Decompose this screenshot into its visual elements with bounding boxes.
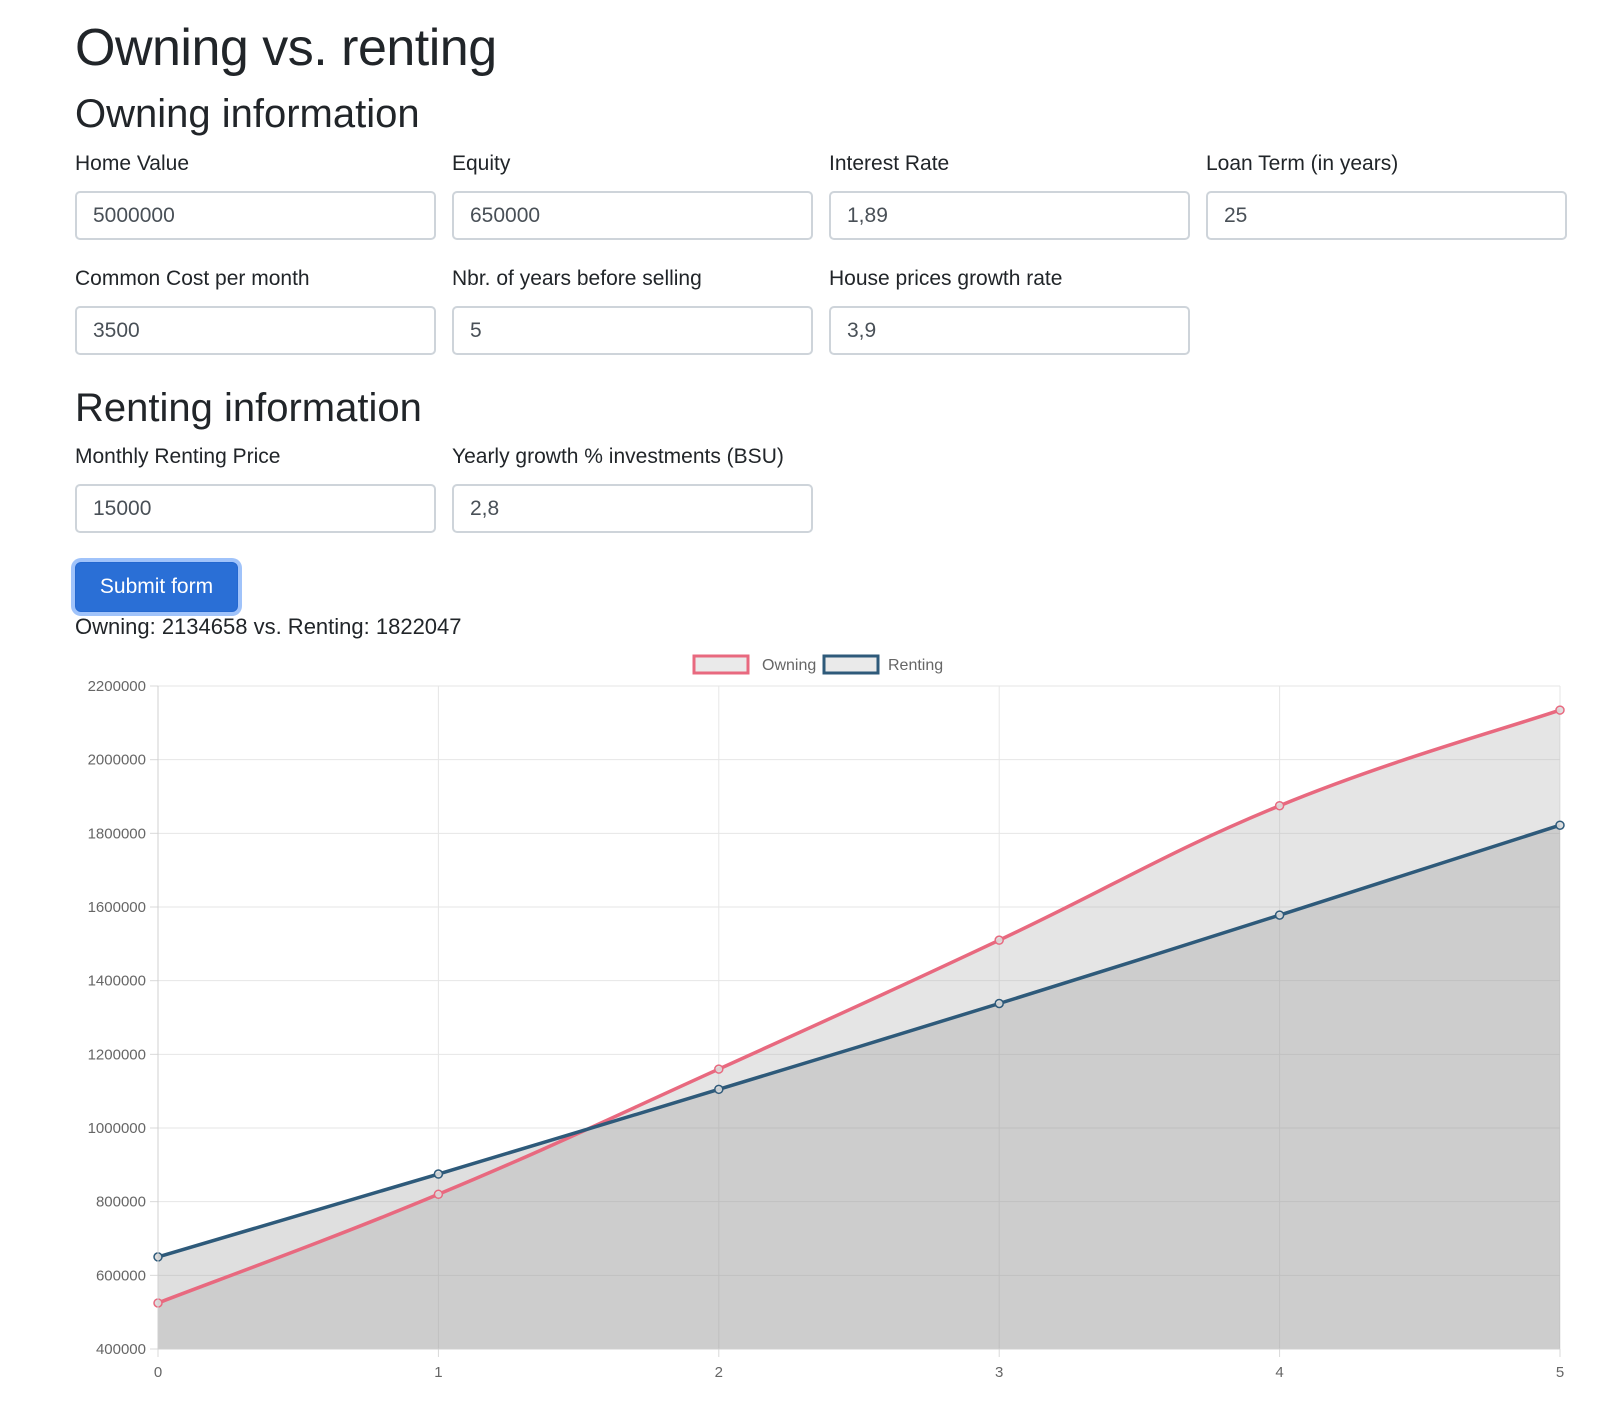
data-point-renting	[1555, 820, 1565, 830]
data-point-owning	[1555, 705, 1565, 715]
y-tick-label: 1400000	[88, 973, 146, 990]
x-tick-label: 5	[1556, 1364, 1564, 1381]
x-tick-label: 1	[434, 1364, 442, 1381]
data-point-owning	[714, 1064, 724, 1074]
legend-label-renting: Renting	[888, 657, 943, 674]
y-tick-label: 800000	[96, 1194, 146, 1211]
y-tick-label: 1600000	[88, 899, 146, 916]
legend-label-owning: Owning	[762, 657, 816, 674]
legend-swatch-owning	[692, 654, 750, 675]
series-fill-renting	[158, 825, 1560, 1349]
y-tick-label: 1000000	[88, 1120, 146, 1137]
y-tick-label: 1800000	[88, 825, 146, 842]
data-point-renting	[714, 1084, 724, 1095]
y-tick-label: 1200000	[88, 1046, 146, 1063]
data-point-owning	[1274, 800, 1285, 811]
data-point-renting	[433, 1169, 444, 1179]
data-point-owning	[433, 1189, 444, 1200]
x-tick-label: 4	[1275, 1364, 1283, 1381]
data-point-renting	[1274, 910, 1285, 920]
x-tick-label: 0	[154, 1364, 162, 1381]
data-point-owning	[994, 935, 1004, 945]
y-tick-label: 400000	[96, 1341, 146, 1358]
y-tick-label: 2000000	[88, 752, 146, 769]
x-tick-label: 3	[995, 1364, 1003, 1381]
data-point-renting	[994, 998, 1004, 1009]
legend-swatch-renting	[822, 654, 880, 675]
x-tick-label: 2	[715, 1364, 723, 1381]
y-tick-label: 600000	[96, 1267, 146, 1284]
comparison-chart: 400000 600000 800000 1000000 1200000 1400000 1…	[88, 654, 1565, 1381]
y-tick-label: 2200000	[88, 678, 146, 695]
